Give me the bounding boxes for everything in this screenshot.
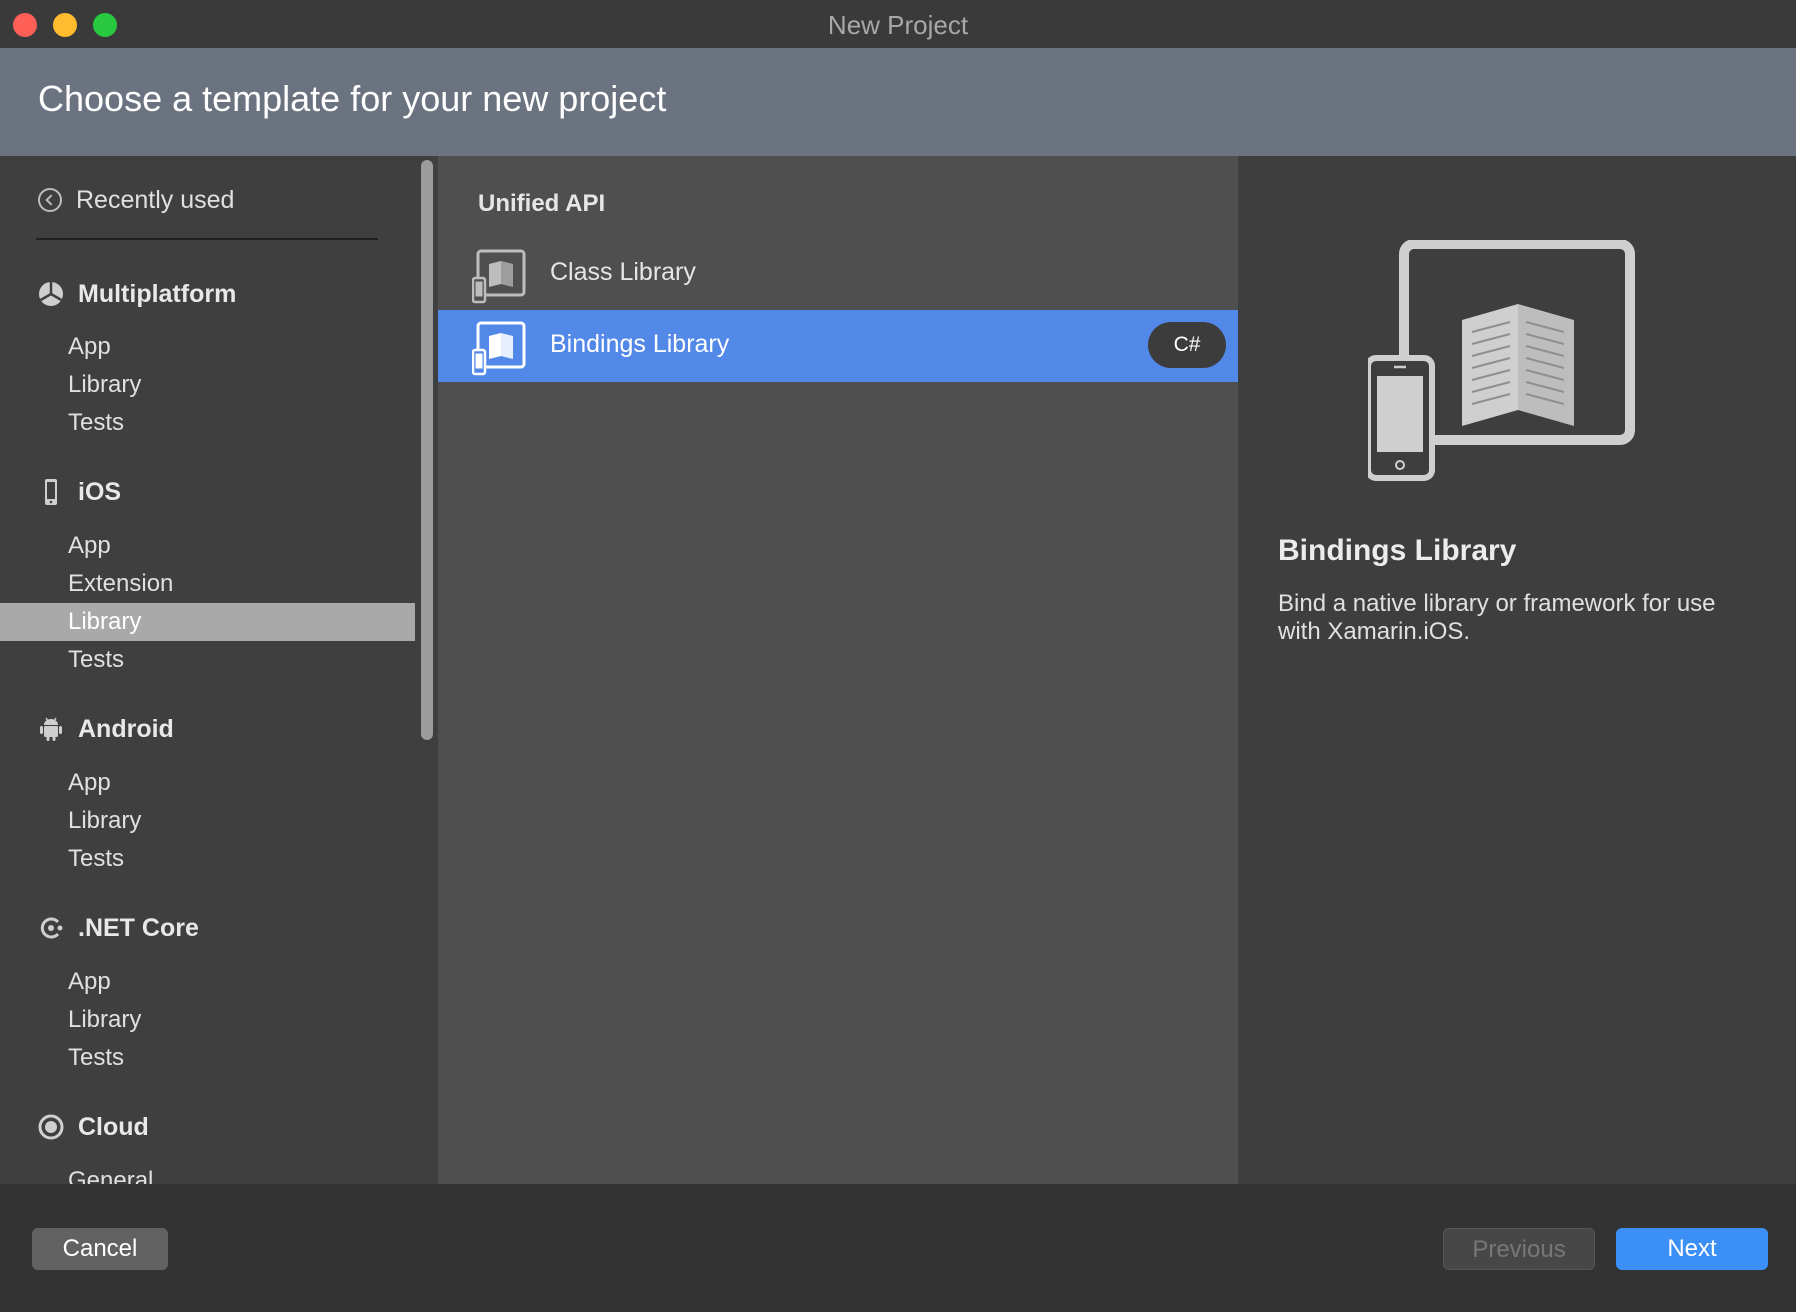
header-band: Choose a template for your new project	[0, 48, 1796, 156]
category-label: iOS	[78, 477, 122, 506]
window-title: New Project	[827, 10, 969, 40]
sidebar-item-multiplatform-app[interactable]: App	[0, 328, 415, 366]
back-circle-icon	[38, 188, 62, 212]
cancel-button[interactable]: Cancel	[32, 1228, 168, 1270]
sidebar-item-multiplatform-tests[interactable]: Tests	[0, 404, 415, 442]
category-android[interactable]: Android	[38, 711, 174, 747]
sidebar-item-android-app[interactable]: App	[0, 764, 415, 802]
category-label: .NET Core	[78, 913, 199, 942]
template-row-class-library[interactable]: Class Library	[438, 238, 1238, 310]
template-list: Unified API Class Library Bindings Libra…	[438, 156, 1238, 1184]
category-cloud[interactable]: Cloud	[38, 1109, 149, 1145]
sidebar-item-cloud-general[interactable]: General	[0, 1162, 415, 1184]
dotnet-icon	[38, 915, 64, 941]
sidebar-item-android-library[interactable]: Library	[0, 802, 415, 840]
template-label: Bindings Library	[550, 330, 730, 358]
bindings-library-icon	[471, 320, 526, 376]
category-dotnet-core[interactable]: .NET Core	[38, 910, 199, 946]
detail-description: Bind a native library or framework for u…	[1278, 590, 1716, 645]
cloud-icon	[38, 1114, 64, 1140]
template-row-bindings-library[interactable]: Bindings Library C#	[438, 310, 1238, 382]
sidebar-item-ios-extension[interactable]: Extension	[0, 565, 415, 603]
sidebar-item-dotnet-library[interactable]: Library	[0, 1001, 415, 1039]
page-title: Choose a template for your new project	[38, 78, 667, 119]
detail-title: Bindings Library	[1278, 534, 1517, 567]
sidebar-item-ios-app[interactable]: App	[0, 527, 415, 565]
sidebar-divider	[36, 238, 378, 240]
title-bar: New Project	[0, 0, 1796, 49]
device-book-icon	[1365, 239, 1638, 496]
phone-icon	[38, 479, 64, 505]
sidebar-item-dotnet-tests[interactable]: Tests	[0, 1039, 415, 1077]
template-detail-pane: Bindings Library Bind a native library o…	[1238, 156, 1796, 1184]
sidebar-scrollbar[interactable]	[421, 160, 433, 740]
category-label: Cloud	[78, 1112, 149, 1141]
new-project-window: New Project Choose a template for your n…	[0, 0, 1796, 1312]
class-library-icon	[471, 248, 526, 304]
previous-button[interactable]: Previous	[1443, 1228, 1595, 1270]
category-label: Multiplatform	[78, 279, 237, 308]
category-multiplatform[interactable]: Multiplatform	[38, 276, 236, 312]
sidebar-item-ios-tests[interactable]: Tests	[0, 641, 415, 679]
recently-used-label: Recently used	[76, 185, 235, 214]
multiplatform-icon	[38, 281, 64, 307]
next-button[interactable]: Next	[1616, 1228, 1768, 1270]
section-heading: Unified API	[478, 190, 606, 217]
category-label: Android	[78, 714, 174, 743]
sidebar-item-multiplatform-library[interactable]: Library	[0, 366, 415, 404]
template-label: Class Library	[550, 258, 696, 286]
recently-used-item[interactable]: Recently used	[38, 182, 234, 218]
sidebar-item-ios-library[interactable]: Library	[0, 603, 415, 641]
sidebar-item-android-tests[interactable]: Tests	[0, 840, 415, 878]
language-selector[interactable]: C#	[1148, 322, 1226, 368]
sidebar-item-dotnet-app[interactable]: App	[0, 963, 415, 1001]
dialog-footer: Cancel Previous Next	[0, 1184, 1796, 1312]
category-sidebar: Recently used Multiplatform App Library …	[0, 156, 438, 1184]
category-ios[interactable]: iOS	[38, 474, 121, 510]
android-icon	[38, 716, 64, 742]
